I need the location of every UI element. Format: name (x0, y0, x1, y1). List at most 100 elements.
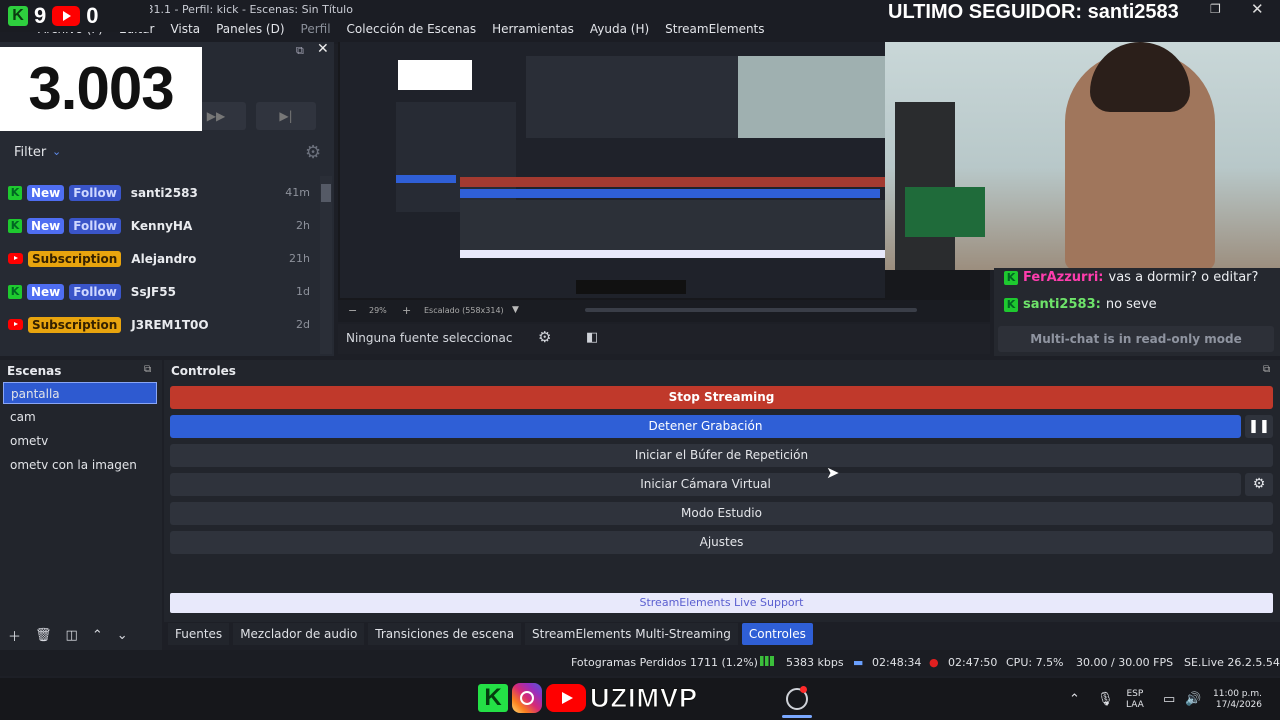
kick-icon: K (8, 185, 22, 200)
chevron-down-icon[interactable]: ⌄ (52, 145, 61, 158)
tab-controles[interactable]: Controles (741, 623, 813, 645)
live-support-button[interactable]: StreamElements Live Support (170, 593, 1273, 613)
fps: 30.00 / 30.00 FPS (1076, 656, 1174, 669)
dock-float-icon[interactable]: ⧉ (296, 44, 304, 58)
activity-scrollbar[interactable] (320, 176, 332, 354)
badge-follow: Follow (69, 283, 121, 300)
webcam-hair (1090, 42, 1190, 112)
gear-icon[interactable]: ⚙ (305, 142, 321, 163)
menu-ayuda[interactable]: Ayuda (H) (582, 20, 657, 38)
dock-close-icon[interactable]: ✕ (317, 41, 329, 57)
preview-hscrollbar[interactable] (585, 308, 917, 312)
nested-stop-bar (460, 177, 885, 187)
preview-canvas[interactable] (340, 42, 885, 298)
bitrate: 5383 kbps (786, 656, 844, 669)
clock-date: 17/4/2026 (1215, 700, 1262, 710)
zoom-in-icon[interactable]: + (402, 304, 411, 317)
version: SE.Live 26.2.5.549 (1184, 656, 1280, 669)
menu-herramientas[interactable]: Herramientas (484, 20, 582, 38)
viewer-counter-overlay: 3.003 (0, 47, 202, 131)
skip-next-button[interactable]: ▶| (256, 102, 316, 130)
pause-recording-icon[interactable]: ❚❚ (1245, 415, 1273, 438)
badge-subscription: Subscription (28, 316, 122, 333)
tray-expand-icon[interactable]: ⌃ (1069, 692, 1080, 707)
taskbar-clock[interactable]: 11:00 p.m. 17/4/2026 (1206, 689, 1262, 711)
filter-dropdown[interactable]: Filter (14, 145, 46, 160)
network-icon (760, 656, 774, 669)
list-item[interactable]: Subscription J3REM1T0O 2d (0, 308, 318, 341)
menu-vista[interactable]: Vista (162, 20, 208, 38)
tab-fuentes[interactable]: Fuentes (168, 623, 230, 645)
scene-filters-icon[interactable]: ◫ (66, 628, 78, 643)
source-filters-icon[interactable]: ◧ (586, 330, 598, 345)
delete-scene-icon[interactable]: 🗑 (35, 628, 52, 643)
activity-username: J3REM1T0O (131, 317, 209, 332)
platform-counter-overlay: K 9 0 (0, 0, 150, 32)
nested-webcam (738, 56, 885, 138)
tab-transiciones[interactable]: Transiciones de escena (368, 623, 522, 645)
activity-time: 41m (285, 186, 310, 199)
menu-streamelements[interactable]: StreamElements (657, 20, 772, 38)
record-icon: ● (929, 656, 939, 669)
badge-new: New (27, 217, 65, 234)
tab-multistreaming[interactable]: StreamElements Multi-Streaming (525, 623, 738, 645)
stop-streaming-button[interactable]: Stop Streaming (170, 386, 1273, 409)
kick-icon: K (1004, 270, 1018, 285)
dock-float-icon[interactable]: ⧉ (144, 364, 151, 375)
microphone-icon[interactable]: 🎙 (1097, 692, 1114, 707)
tab-mezclador[interactable]: Mezclador de audio (233, 623, 365, 645)
nested-counter (398, 60, 472, 90)
close-window-icon[interactable]: ✕ (1251, 0, 1264, 18)
nested-taskbar-logos (576, 280, 686, 294)
scene-item-cam[interactable]: cam (3, 406, 157, 428)
menu-coleccion-escenas[interactable]: Colección de Escenas (339, 20, 485, 38)
menu-perfil[interactable]: Perfil (293, 20, 339, 38)
cpu-usage: CPU: 7.5% (1006, 656, 1064, 669)
network-monitor-icon[interactable]: ▭ (1163, 692, 1175, 707)
dropped-frames: Fotogramas Perdidos 1711 (1.2%) (571, 656, 758, 669)
studio-mode-button[interactable]: Modo Estudio (170, 502, 1273, 525)
menu-paneles[interactable]: Paneles (D) (208, 20, 292, 38)
add-scene-icon[interactable]: ＋ (8, 626, 21, 645)
lang-bottom: LAA (1126, 700, 1144, 710)
list-item[interactable]: Subscription Alejandro 21h (0, 242, 318, 275)
virtual-camera-gear-icon[interactable]: ⚙ (1245, 473, 1273, 496)
badge-new: New (27, 283, 65, 300)
brand-name: UZIMVP (589, 682, 699, 713)
scrollbar-thumb[interactable] (321, 184, 331, 202)
youtube-count: 0 (86, 3, 99, 28)
list-item[interactable]: K New Follow santi2583 41m (0, 176, 318, 209)
zoom-out-icon[interactable]: − (348, 304, 357, 317)
settings-button[interactable]: Ajustes (170, 531, 1273, 554)
virtual-camera-button[interactable]: Iniciar Cámara Virtual (170, 473, 1241, 496)
scene-item-pantalla[interactable]: pantalla (3, 382, 157, 404)
dock-float-icon[interactable]: ⧉ (1263, 364, 1270, 375)
activity-username: KennyHA (130, 218, 193, 233)
restore-window-icon[interactable]: ❐ (1210, 2, 1221, 16)
list-item[interactable]: K New Follow KennyHA 2h (0, 209, 318, 242)
scene-toolbar: ＋ 🗑 ◫ ⌃ ⌄ (0, 624, 162, 646)
chevron-down-icon[interactable]: ▼ (512, 305, 519, 315)
badge-follow: Follow (69, 184, 121, 201)
volume-icon[interactable]: 🔊 (1185, 692, 1201, 707)
activity-username: SsJF55 (130, 284, 176, 299)
list-item[interactable]: K New Follow SsJF55 1d (0, 275, 318, 308)
language-indicator[interactable]: ESP LAA (1126, 689, 1144, 711)
activity-list: K New Follow santi2583 41m K New Follow … (0, 176, 318, 356)
scene-item-ometv[interactable]: ometv (3, 430, 157, 452)
source-properties-gear-icon[interactable]: ⚙ (538, 328, 551, 346)
move-down-icon[interactable]: ⌄ (117, 628, 128, 643)
dock-tab-bar: Fuentes Mezclador de audio Transiciones … (168, 623, 813, 645)
stop-recording-button[interactable]: Detener Grabación (170, 415, 1241, 438)
badge-subscription: Subscription (28, 250, 122, 267)
move-up-icon[interactable]: ⌃ (92, 628, 103, 643)
youtube-logo-icon (546, 684, 586, 712)
replay-buffer-button[interactable]: Iniciar el Búfer de Repetición (170, 444, 1273, 467)
scene-item-ometv-imagen[interactable]: ometv con la imagen (3, 454, 157, 476)
chat-message: K FerAzzurri: vas a dormir? o editar? (1004, 270, 1258, 285)
webcam-door (895, 102, 955, 270)
zoom-level: 29% (369, 306, 387, 315)
activity-username: Alejandro (131, 251, 197, 266)
stream-icon: ▬ (853, 656, 864, 669)
chat-text: vas a dormir? o editar? (1108, 270, 1259, 285)
